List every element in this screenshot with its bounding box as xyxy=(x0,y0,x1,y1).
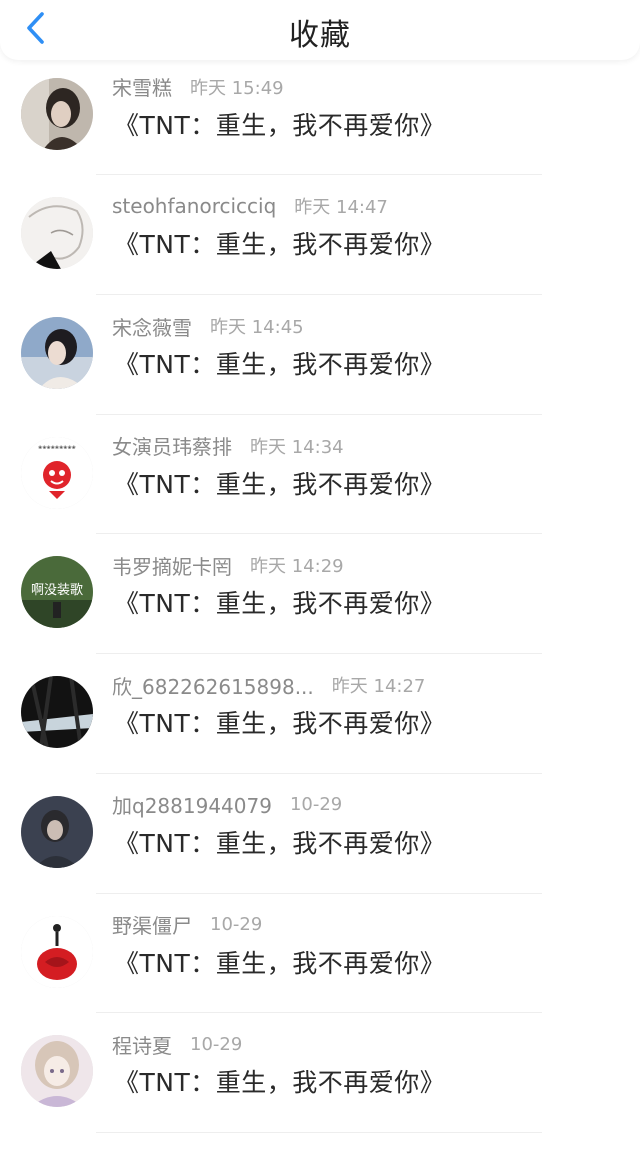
timestamp: 昨天 15:49 xyxy=(190,77,284,99)
avatar[interactable] xyxy=(21,197,93,270)
username[interactable]: 韦罗摘妮卡罔 xyxy=(112,551,232,580)
timestamp: 10-29 xyxy=(210,914,263,935)
list-item[interactable]: 宋雪糕 昨天 15:49 《TNT：重生，我不再爱你》 xyxy=(0,56,640,176)
avatar-text: 啊没装歌 xyxy=(31,583,83,598)
list-item[interactable]: steohfanorcicciq 昨天 14:47 《TNT：重生，我不再爱你》 xyxy=(0,175,640,296)
avatar[interactable] xyxy=(21,77,93,150)
item-meta: 韦罗摘妮卡罔 昨天 14:29 xyxy=(112,551,344,580)
avatar[interactable]: 啊没装歌 xyxy=(21,556,93,629)
username[interactable]: 程诗夏 xyxy=(112,1030,172,1059)
username[interactable]: 女演员玮蔡排 xyxy=(112,431,232,460)
svg-text:❀❀❀❀❀❀❀❀❀: ❀❀❀❀❀❀❀❀❀ xyxy=(38,445,76,451)
avatar[interactable] xyxy=(21,795,93,868)
timestamp: 昨天 14:45 xyxy=(210,317,304,339)
username[interactable]: steohfanorcicciq xyxy=(112,194,276,218)
avatar[interactable]: ❀❀❀❀❀❀❀❀❀ xyxy=(21,436,93,509)
timestamp: 10-29 xyxy=(190,1033,243,1055)
timestamp: 昨天 14:47 xyxy=(294,197,388,219)
list-item[interactable]: 欣_682262615898... 昨天 14:27 《TNT：重生，我不再爱你》 xyxy=(0,654,640,774)
favorites-screen: 《TNT：重生，我不再爱你》宋雪糕昨天 15:49《TNT：重生，我不再爱你》s… xyxy=(0,0,640,1170)
item-meta: 宋雪糕 昨天 15:49 xyxy=(112,74,284,100)
favorite-content[interactable]: 《TNT：重生，我不再爱你》 xyxy=(114,824,445,860)
avatar[interactable] xyxy=(21,915,93,988)
favorite-content[interactable]: 《TNT：重生，我不再爱你》 xyxy=(114,1063,445,1099)
avatar[interactable] xyxy=(21,1035,93,1108)
timestamp: 10-29 xyxy=(289,794,343,816)
favorite-content[interactable]: 《TNT：重生，我不再爱你》 xyxy=(114,704,445,740)
favorite-content[interactable]: 《TNT：重生，我不再爱你》 xyxy=(114,584,445,620)
list-item[interactable]: 啊没装歌 韦罗摘妮卡罔 昨天 14:29 《TNT：重生，我不再爱你》 xyxy=(0,534,640,655)
list-item[interactable]: 宋念薇雪 昨天 14:45 《TNT：重生，我不再爱你》 xyxy=(0,295,640,415)
item-meta: steohfanorcicciq 昨天 14:47 xyxy=(112,193,388,219)
username[interactable]: 加q2881944079 xyxy=(112,790,272,819)
favorite-content[interactable]: 《TNT：重生，我不再爱你》 xyxy=(114,345,445,381)
avatar[interactable] xyxy=(21,317,93,390)
timestamp: 昨天 14:29 xyxy=(250,556,344,578)
username[interactable]: 欣_682262615898... xyxy=(112,671,314,700)
list-item[interactable]: 加q2881944079 10-29 《TNT：重生，我不再爱你》 xyxy=(0,774,640,894)
favorite-content[interactable]: 《TNT：重生，我不再爱你》 xyxy=(114,225,445,261)
username[interactable]: 野渠僵尸 xyxy=(112,910,192,939)
favorite-content[interactable]: 《TNT：重生，我不再爱你》 xyxy=(114,465,445,501)
avatar[interactable] xyxy=(21,676,93,749)
timestamp: 昨天 14:27 xyxy=(331,676,426,698)
timestamp: 昨天 14:34 xyxy=(250,436,344,458)
favorite-content[interactable]: 《TNT：重生，我不再爱你》 xyxy=(114,106,445,142)
item-meta: 程诗夏 10-29 xyxy=(112,1030,243,1059)
page-title: 收藏 xyxy=(289,18,351,53)
username[interactable]: 宋念薇雪 xyxy=(112,312,192,341)
username[interactable]: 宋雪糕 xyxy=(112,72,172,101)
list-item[interactable]: ❀❀❀❀❀❀❀❀❀ 女演员玮蔡排 昨天 14:34 《TNT：重生，我不再爱你》 xyxy=(0,415,640,535)
list-item[interactable]: 野渠僵尸 10-29 《TNT：重生，我不再爱你》 xyxy=(0,894,640,1014)
item-meta: 野渠僵尸 10-29 xyxy=(112,912,262,938)
row-divider xyxy=(96,1131,542,1133)
item-meta: 欣_682262615898... 昨天 14:27 xyxy=(112,671,426,700)
favorite-content[interactable]: 《TNT：重生，我不再爱你》 xyxy=(114,944,445,980)
top-nav-bar: 收藏 xyxy=(0,0,640,60)
favorites-list: 《TNT：重生，我不再爱你》宋雪糕昨天 15:49《TNT：重生，我不再爱你》s… xyxy=(0,0,640,1133)
item-meta: 宋念薇雪 昨天 14:45 xyxy=(112,312,304,341)
item-meta: 加q2881944079 10-29 xyxy=(112,792,342,818)
list-item[interactable]: 程诗夏 10-29 《TNT：重生，我不再爱你》 xyxy=(0,1013,640,1133)
item-meta: 女演员玮蔡排 昨天 14:34 xyxy=(112,433,344,459)
